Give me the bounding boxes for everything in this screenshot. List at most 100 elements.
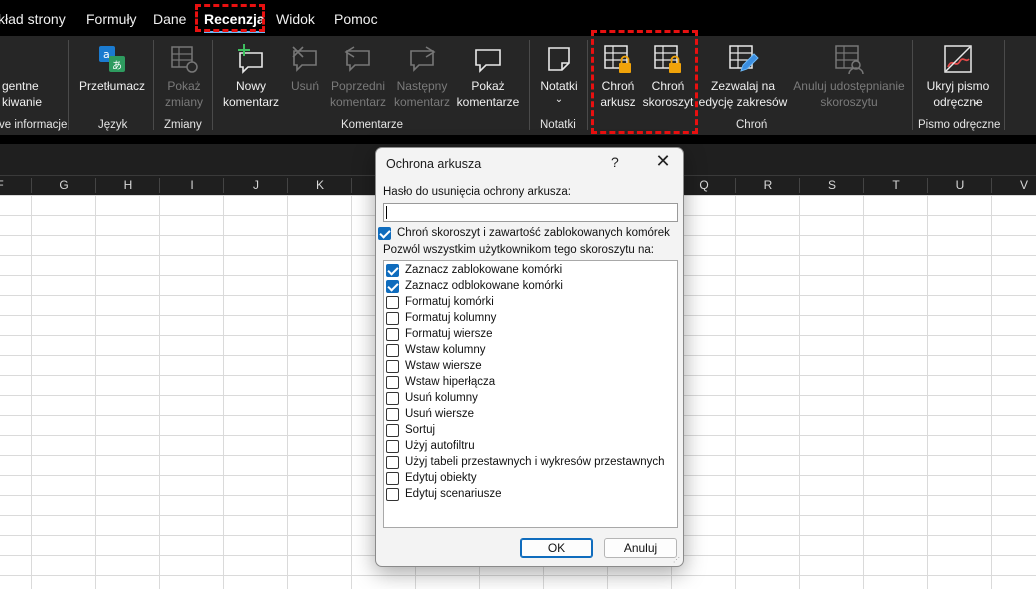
- tab-0[interactable]: kład strony: [0, 11, 66, 27]
- column-header-h[interactable]: H: [108, 178, 148, 192]
- separator: [212, 40, 213, 130]
- protect-contents-checkbox[interactable]: [378, 227, 391, 240]
- cancel-button[interactable]: Anuluj: [604, 538, 677, 558]
- unshare-workbook-label: Anuluj udostępnianie skoroszytu: [793, 79, 905, 109]
- column-divider: [799, 178, 800, 193]
- permission-checkbox[interactable]: [386, 408, 399, 421]
- formula-strip: [0, 135, 1036, 144]
- column-header-f[interactable]: F: [0, 178, 20, 192]
- text-caret: [386, 206, 387, 219]
- permission-checkbox[interactable]: [386, 360, 399, 373]
- hide-ink-button[interactable]: Ukryj pismo odręczne ⌄: [918, 36, 998, 116]
- ok-button[interactable]: OK: [520, 538, 593, 558]
- svg-text:あ: あ: [112, 60, 122, 72]
- allow-edit-ranges-icon: [729, 45, 759, 72]
- permission-label: Użyj autofiltru: [405, 440, 475, 452]
- previous-comment-label: Poprzedni komentarz: [329, 79, 387, 109]
- new-comment-button[interactable]: Nowy komentarz: [218, 36, 284, 116]
- separator: [1004, 40, 1005, 130]
- next-comment-button[interactable]: Następny komentarz: [390, 36, 454, 116]
- close-icon[interactable]: ✕: [653, 151, 673, 171]
- next-comment-label: Następny komentarz: [393, 79, 451, 109]
- permission-checkbox[interactable]: [386, 328, 399, 341]
- column-header-u[interactable]: U: [940, 178, 980, 192]
- lightbulb-icon: [0, 43, 4, 75]
- separator: [912, 40, 913, 130]
- help-button[interactable]: ?: [611, 154, 619, 170]
- protect-sheet-dialog: Ochrona arkusza ? ✕ Hasło do usunięcia o…: [375, 147, 684, 567]
- permission-checkbox[interactable]: [386, 456, 399, 469]
- column-divider: [287, 178, 288, 193]
- new-comment-label: Nowy komentarz: [222, 79, 280, 109]
- group-label-changes: Zmiany: [164, 119, 202, 131]
- hide-ink-icon: [944, 45, 972, 73]
- permission-checkbox[interactable]: [386, 312, 399, 325]
- permission-label: Wstaw wiersze: [405, 360, 482, 372]
- password-input[interactable]: [383, 203, 678, 222]
- allow-edit-ranges-button[interactable]: Zezwalaj na edycję zakresów: [698, 36, 788, 116]
- intelligent-lookup-label: gentne kiwanie: [2, 79, 43, 109]
- delete-comment-label: Usuń: [290, 79, 319, 93]
- translate-button[interactable]: a あ Przetłumacz: [74, 36, 150, 116]
- permission-checkbox[interactable]: [386, 392, 399, 405]
- intelligent-lookup-button[interactable]: gentne kiwanie: [0, 36, 44, 116]
- permission-checkbox[interactable]: [386, 472, 399, 485]
- permission-label: Formatuj wiersze: [405, 328, 493, 340]
- permissions-list[interactable]: Zaznacz zablokowane komórki Zaznacz odblo…: [383, 260, 678, 528]
- permission-label: Wstaw hiperłącza: [405, 376, 496, 388]
- show-comments-button[interactable]: Pokaż komentarze: [454, 36, 522, 116]
- protect-highlight-annotation: [591, 30, 698, 134]
- previous-comment-button[interactable]: Poprzedni komentarz: [326, 36, 390, 116]
- column-divider: [863, 178, 864, 193]
- tab-4[interactable]: Widok: [276, 11, 315, 27]
- permission-checkbox[interactable]: [386, 376, 399, 389]
- permission-checkbox[interactable]: [386, 488, 399, 501]
- unshare-workbook-button[interactable]: Anuluj udostępnianie skoroszytu: [788, 36, 910, 116]
- show-changes-icon: [171, 46, 198, 73]
- column-header-j[interactable]: J: [236, 178, 276, 192]
- notes-button[interactable]: Notatki ⌄: [534, 36, 584, 116]
- column-header-i[interactable]: I: [172, 178, 212, 192]
- permission-label: Zaznacz odblokowane komórki: [405, 280, 563, 292]
- column-header-g[interactable]: G: [44, 178, 84, 192]
- column-header-s[interactable]: S: [812, 178, 852, 192]
- delete-comment-button[interactable]: Usuń: [283, 36, 327, 116]
- column-divider: [159, 178, 160, 193]
- permission-checkbox[interactable]: [386, 424, 399, 437]
- chevron-down-icon: ⌄: [972, 96, 981, 107]
- new-comment-icon: [238, 44, 263, 74]
- column-divider: [735, 178, 736, 193]
- show-changes-label: Pokaż zmiany: [164, 79, 203, 109]
- column-header-r[interactable]: R: [748, 178, 788, 192]
- previous-comment-icon: [344, 46, 370, 72]
- protect-contents-label: Chroń skoroszyt i zawartość zablokowanyc…: [397, 227, 670, 239]
- translate-icon: a あ: [99, 46, 125, 72]
- tab-1[interactable]: Formuły: [86, 11, 137, 27]
- permission-checkbox[interactable]: [386, 280, 399, 293]
- unshare-workbook-icon: [835, 45, 864, 75]
- permission-label: Edytuj scenariusze: [405, 488, 502, 500]
- group-label-language: Język: [98, 119, 128, 131]
- resize-grip-icon[interactable]: ⋰: [673, 556, 681, 564]
- separator: [529, 40, 530, 130]
- show-changes-button[interactable]: Pokaż zmiany: [158, 36, 210, 116]
- tab-2[interactable]: Dane: [153, 11, 186, 27]
- group-label-protect: Chroń: [736, 119, 768, 131]
- tab-5[interactable]: Pomoc: [334, 11, 378, 27]
- permission-checkbox[interactable]: [386, 296, 399, 309]
- delete-comment-icon: [292, 46, 317, 72]
- group-label-notes: Notatki: [540, 119, 576, 131]
- permission-checkbox[interactable]: [386, 440, 399, 453]
- group-label-insights: ve informacje: [0, 119, 68, 131]
- permission-label: Sortuj: [405, 424, 436, 436]
- column-header-t[interactable]: T: [876, 178, 916, 192]
- column-divider: [991, 178, 992, 193]
- permission-checkbox[interactable]: [386, 344, 399, 357]
- column-header-q[interactable]: Q: [684, 178, 724, 192]
- column-header-k[interactable]: K: [300, 178, 340, 192]
- separator: [68, 40, 69, 130]
- permission-checkbox[interactable]: [386, 264, 399, 277]
- allow-users-label: Pozwól wszystkim użytkownikom tego skoro…: [383, 244, 654, 256]
- tab-highlight-annotation: [195, 4, 265, 32]
- column-header-v[interactable]: V: [1004, 178, 1036, 192]
